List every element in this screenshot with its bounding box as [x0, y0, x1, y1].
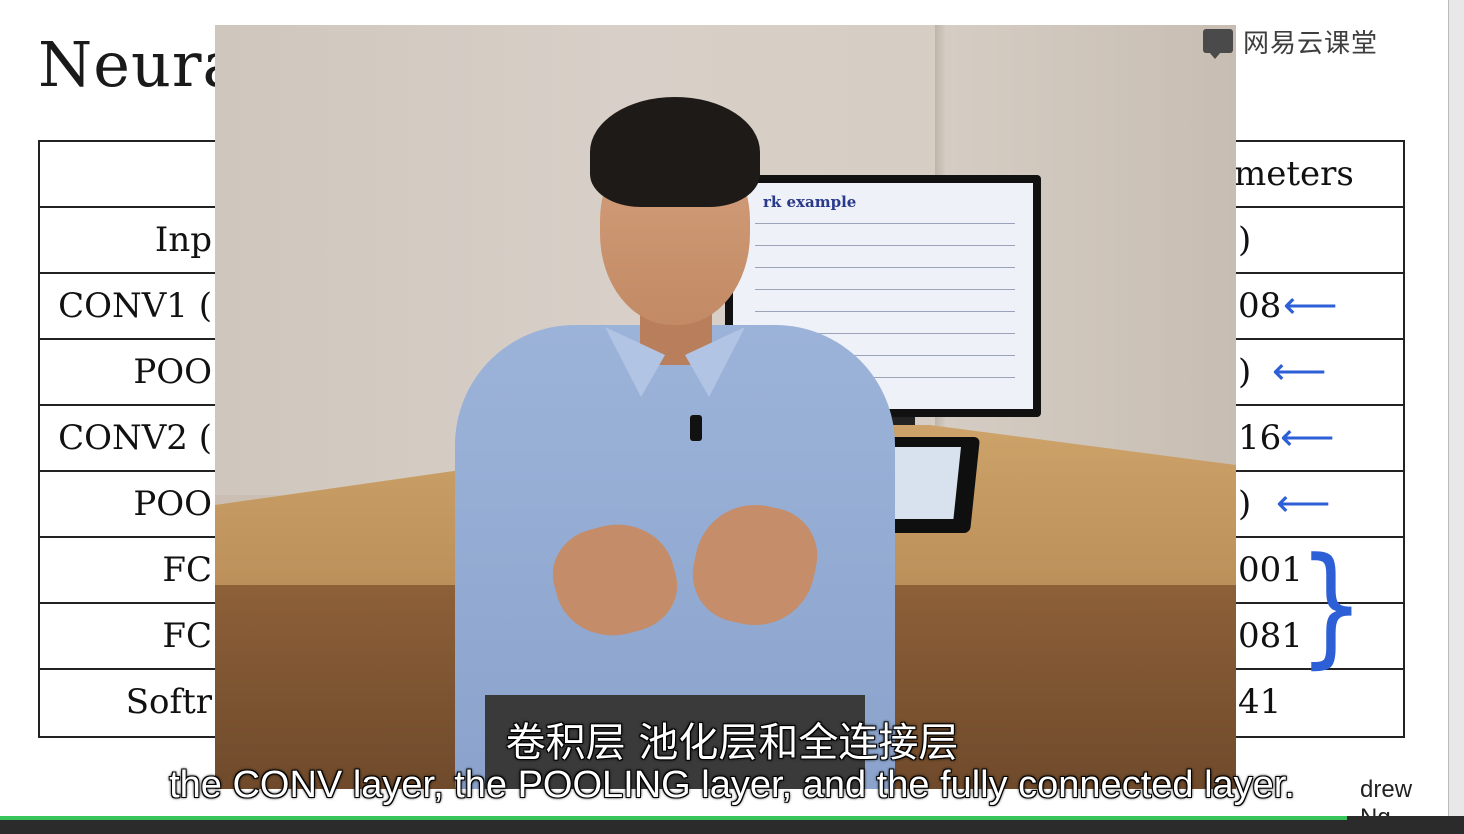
curly-brace-annotation-icon: }	[1298, 529, 1365, 681]
layer-name: FC	[162, 616, 212, 656]
progress-bar[interactable]	[0, 816, 1464, 834]
layer-name: FC	[162, 550, 212, 590]
scrollbar[interactable]	[1448, 0, 1464, 834]
arrow-left-icon: ⟵	[1283, 285, 1338, 327]
presenter	[395, 95, 935, 789]
parameter-count: 16	[1238, 418, 1282, 458]
parameter-count: 081	[1238, 616, 1303, 656]
parameter-count: )	[1238, 220, 1252, 260]
chat-bubble-icon	[1203, 29, 1233, 59]
parameter-count: 08	[1238, 286, 1282, 326]
presenter-video: rk example	[215, 25, 1236, 789]
progress-bar-fill	[0, 816, 1347, 820]
parameter-count: )	[1238, 352, 1252, 392]
layer-name: POO	[133, 484, 212, 524]
subtitle-chinese: 卷积层 池化层和全连接层	[505, 720, 959, 766]
layer-name: CONV1 (	[58, 286, 212, 326]
netease-watermark: 网易云课堂	[1203, 26, 1378, 59]
watermark-text: 网易云课堂	[1243, 28, 1379, 59]
slide-title: Neura	[38, 28, 241, 101]
presenter-hair	[590, 97, 760, 207]
lapel-microphone-icon	[690, 415, 702, 441]
parameter-count: 001	[1238, 550, 1303, 590]
parameter-count: )	[1238, 484, 1252, 524]
arrow-left-icon: ⟵	[1276, 483, 1331, 525]
table-header-parameters: meters	[1234, 154, 1354, 194]
arrow-left-icon: ⟵	[1272, 351, 1327, 393]
layer-name: POO	[133, 352, 212, 392]
layer-name: Inp	[154, 220, 212, 260]
layer-name: CONV2 (	[58, 418, 212, 458]
arrow-left-icon: ⟵	[1280, 417, 1335, 459]
subtitle-english: the CONV layer, the POOLING layer, and t…	[169, 764, 1295, 806]
video-player[interactable]: Neura meters Inp ) CONV1 ( 08 ⟵ POO ) ⟵ …	[0, 0, 1464, 834]
